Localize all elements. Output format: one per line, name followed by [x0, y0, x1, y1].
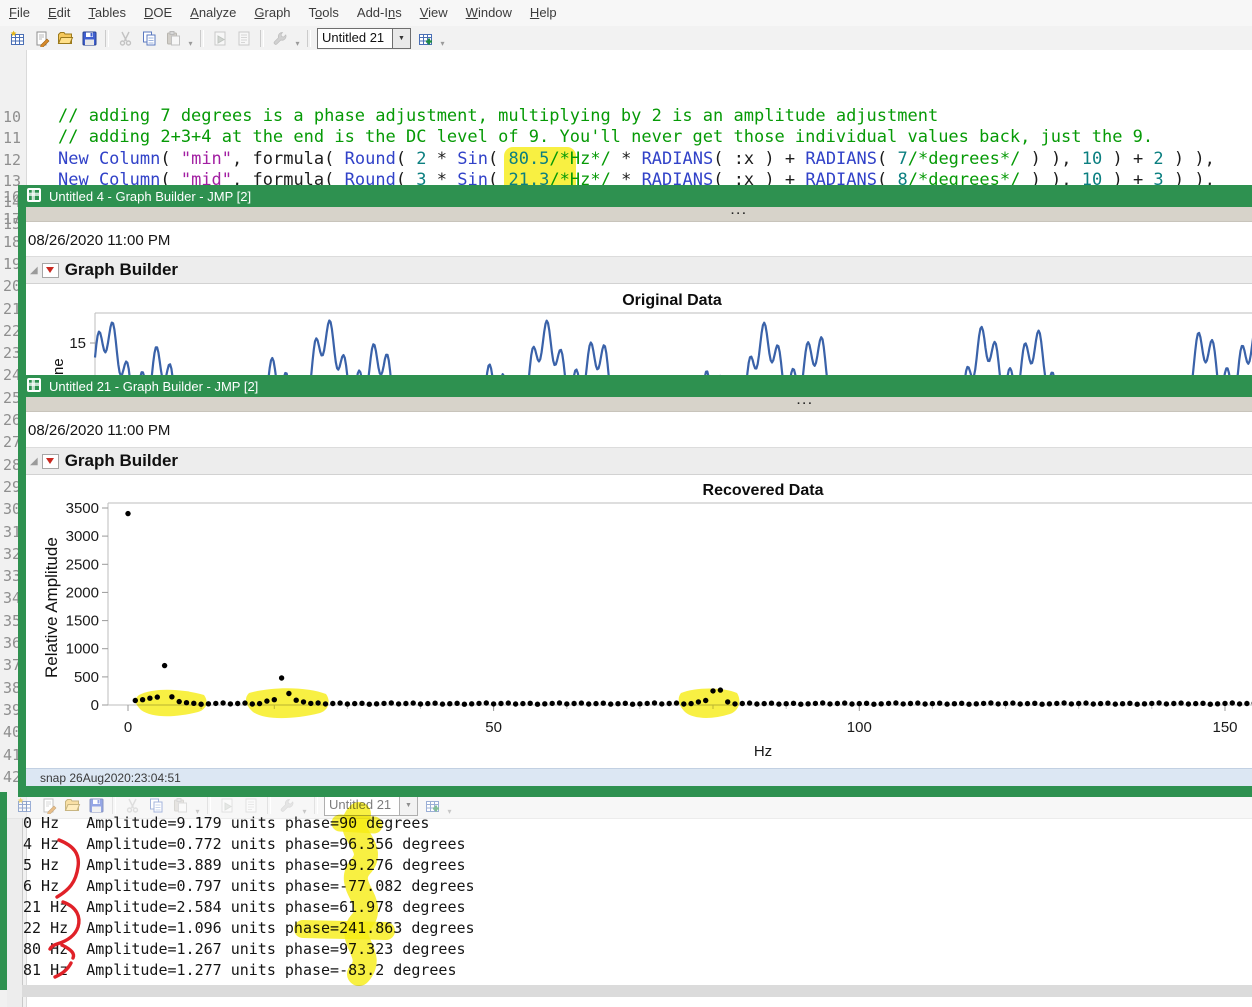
- menu-graph[interactable]: Graph: [245, 0, 299, 26]
- svg-text:1000: 1000: [66, 641, 99, 658]
- y-axis-label: Relative Amplitude: [42, 537, 62, 678]
- code-line-12: New Column( "min", formula( Round( 2 * S…: [58, 149, 1215, 170]
- new-table-icon[interactable]: [5, 28, 29, 49]
- svg-text:15: 15: [69, 335, 86, 352]
- menu-help[interactable]: Help: [521, 0, 566, 26]
- toolbar-separator: [105, 30, 109, 47]
- menu-tools[interactable]: Tools: [300, 0, 348, 26]
- svg-text:0: 0: [91, 697, 99, 714]
- toolbar-separator: [314, 797, 318, 814]
- svg-text:0: 0: [124, 719, 132, 736]
- window-status-bar: snap 26Aug2020:23:04:51: [26, 768, 1252, 786]
- menu-analyze[interactable]: Analyze: [181, 0, 245, 26]
- background-window-border: [0, 792, 7, 990]
- wrench-icon: [268, 28, 292, 49]
- document-selector[interactable]: Untitled 21▼: [317, 28, 411, 49]
- jmp-table-icon: [26, 187, 42, 206]
- document-selector-value[interactable]: Untitled 21: [317, 28, 393, 49]
- toolbar-separator: [260, 30, 264, 47]
- svg-text:1500: 1500: [66, 613, 99, 630]
- log-row: 6 Hz Amplitude=0.797 units phase=-77.082…: [23, 877, 475, 895]
- toolbar-overflow-caret-icon[interactable]: ▾: [444, 807, 455, 818]
- svg-text:2500: 2500: [66, 556, 99, 573]
- paste-icon: [168, 795, 192, 816]
- toolbar-separator: [200, 30, 204, 47]
- log-window-icon: [232, 28, 256, 49]
- cut-icon: [120, 795, 144, 816]
- svg-text:Hz: Hz: [754, 743, 772, 760]
- copy-icon[interactable]: [137, 28, 161, 49]
- code-line-10: // adding 7 degrees is a phase adjustmen…: [58, 106, 938, 127]
- document-selector-dropdown-icon[interactable]: ▼: [393, 28, 411, 49]
- svg-text:50: 50: [485, 719, 502, 736]
- run-script-icon: [208, 28, 232, 49]
- svg-text:3500: 3500: [66, 500, 99, 517]
- toolbar-separator: [267, 797, 271, 814]
- line-number: 10: [0, 108, 21, 126]
- original-data-chart: 15: [26, 207, 1252, 375]
- status-text: snap 26Aug2020:23:04:51: [40, 771, 181, 785]
- table-plus-icon[interactable]: [420, 795, 444, 816]
- run-script-icon: [215, 795, 239, 816]
- new-script-icon[interactable]: [36, 795, 60, 816]
- toolbar-separator: [307, 30, 311, 47]
- open-folder-icon[interactable]: [53, 28, 77, 49]
- menu-tables[interactable]: Tables: [79, 0, 135, 26]
- toolbar-overflow-caret-icon[interactable]: ▾: [292, 39, 303, 50]
- toolbar-overflow-caret-icon[interactable]: ▾: [437, 39, 448, 50]
- y-axis-label-partial: combine: [50, 358, 67, 375]
- document-selector-dropdown-icon[interactable]: ▼: [400, 795, 418, 816]
- line-number: 11: [0, 129, 21, 147]
- log-row: 0 Hz Amplitude=9.179 units phase=90 degr…: [23, 814, 429, 832]
- save-icon[interactable]: [84, 795, 108, 816]
- cut-icon: [113, 28, 137, 49]
- table-plus-icon[interactable]: [413, 28, 437, 49]
- log-window-icon: [239, 795, 263, 816]
- log-row: 4 Hz Amplitude=0.772 units phase=96.356 …: [23, 835, 466, 853]
- window-title-bar[interactable]: Untitled 4 - Graph Builder - JMP [2]: [18, 185, 1252, 207]
- log-gutter: [7, 818, 23, 1007]
- svg-text:500: 500: [74, 669, 99, 686]
- window-title-bar[interactable]: Untitled 21 - Graph Builder - JMP [2]: [18, 375, 1252, 397]
- menu-window[interactable]: Window: [457, 0, 521, 26]
- recovered-data-chart: 0 500 1000 1500 2000 2500 3000 3500 0 50 100 150 Hz: [26, 397, 1252, 767]
- document-selector[interactable]: Untitled 21▼: [324, 795, 418, 816]
- svg-text:3000: 3000: [66, 528, 99, 545]
- save-icon[interactable]: [77, 28, 101, 49]
- open-folder-icon[interactable]: [60, 795, 84, 816]
- code-line-11: // adding 2+3+4 at the end is the DC lev…: [58, 127, 1153, 148]
- menu-edit[interactable]: Edit: [39, 0, 79, 26]
- wrench-icon: [275, 795, 299, 816]
- toolbar-separator: [112, 797, 116, 814]
- new-table-icon[interactable]: [12, 795, 36, 816]
- jmp-table-icon: [26, 377, 42, 396]
- new-script-icon[interactable]: [29, 28, 53, 49]
- window-recovered-data: Untitled 21 - Graph Builder - JMP [2] ··…: [18, 375, 1252, 797]
- log-row: 22 Hz Amplitude=1.096 units phase=241.86…: [23, 919, 475, 937]
- log-row: 21 Hz Amplitude=2.584 units phase=61.978…: [23, 898, 466, 916]
- copy-icon[interactable]: [144, 795, 168, 816]
- jmp-application: FileEditTablesDOEAnalyzeGraphToolsAdd-In…: [0, 0, 1252, 1007]
- document-selector-value[interactable]: Untitled 21: [324, 795, 400, 816]
- menu-bar: FileEditTablesDOEAnalyzeGraphToolsAdd-In…: [0, 0, 1252, 27]
- window-title: Untitled 4 - Graph Builder - JMP [2]: [49, 189, 251, 204]
- log-bottom-strip: [22, 985, 1252, 997]
- menu-addins[interactable]: Add-Ins: [348, 0, 411, 26]
- toolbar-overflow-caret-icon[interactable]: ▾: [185, 39, 196, 50]
- menu-doe[interactable]: DOE: [135, 0, 181, 26]
- svg-text:2000: 2000: [66, 584, 99, 601]
- paste-icon: [161, 28, 185, 49]
- line-number: 12: [0, 151, 21, 169]
- log-row: 5 Hz Amplitude=3.889 units phase=99.276 …: [23, 856, 466, 874]
- main-toolbar: ▾ ▾ Untitled 21▼ ▾: [0, 26, 1252, 51]
- log-row: 80 Hz Amplitude=1.267 units phase=97.323…: [23, 940, 466, 958]
- svg-text:100: 100: [847, 719, 872, 736]
- svg-text:150: 150: [1212, 719, 1237, 736]
- log-row: 81 Hz Amplitude=1.277 units phase=-83.2 …: [23, 961, 456, 979]
- window-title: Untitled 21 - Graph Builder - JMP [2]: [49, 379, 258, 394]
- menu-view[interactable]: View: [411, 0, 457, 26]
- window-original-data: Untitled 4 - Graph Builder - JMP [2] ···…: [18, 185, 1252, 375]
- toolbar-separator: [207, 797, 211, 814]
- menu-file[interactable]: File: [0, 0, 39, 26]
